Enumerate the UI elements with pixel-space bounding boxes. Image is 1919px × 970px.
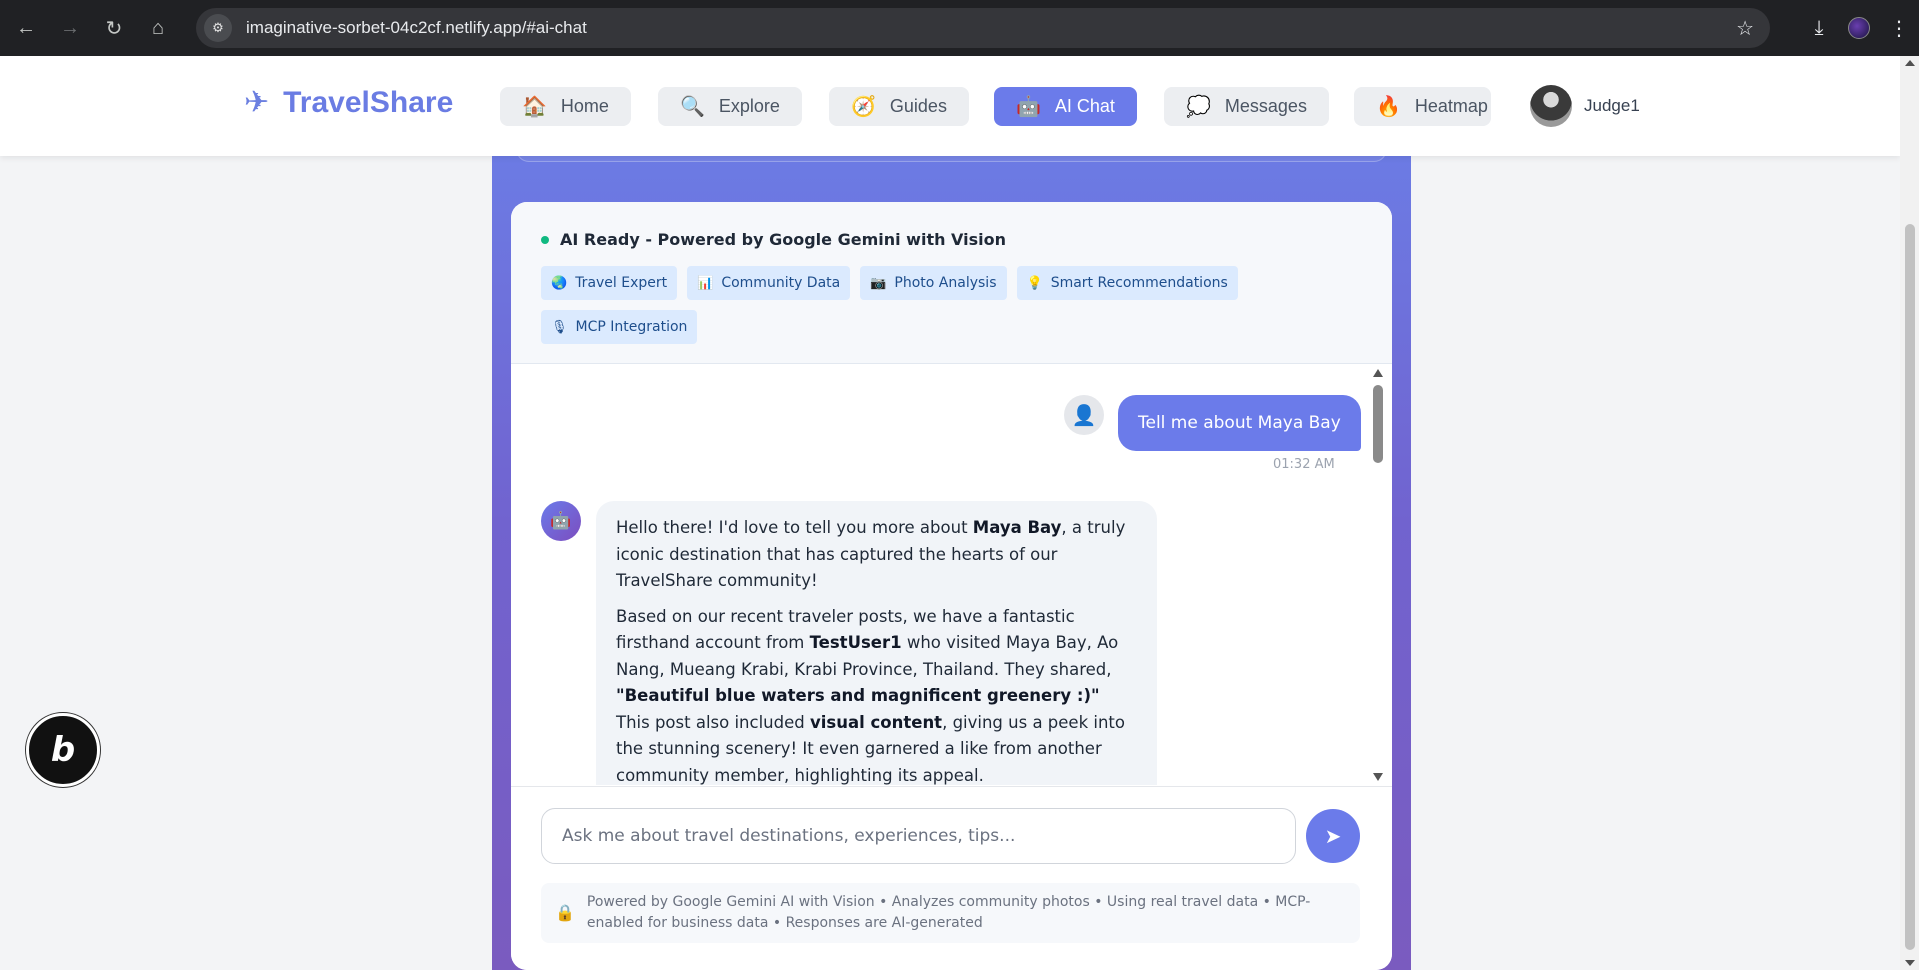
chat-input-area: ➤ 🔒 Powered by Google Gemini AI with Vis… xyxy=(511,786,1392,970)
tab-label: AI Chat xyxy=(1054,96,1115,116)
send-arrow-icon: ➤ xyxy=(1324,825,1342,848)
globe-icon: 🌏 xyxy=(551,275,568,291)
tab-home[interactable]: 🏠 Home xyxy=(500,87,631,126)
chip-label: Smart Recommendations xyxy=(1050,275,1228,291)
status-text: AI Ready - Powered by Google Gemini with… xyxy=(560,230,1007,249)
chat-input[interactable] xyxy=(541,808,1296,864)
bolt-badge-logo[interactable]: b xyxy=(26,713,100,787)
bot-avatar-icon: 🤖 xyxy=(541,501,581,541)
tab-explore[interactable]: 🔍 Explore xyxy=(658,87,802,126)
tab-label: Guides xyxy=(889,96,947,116)
profile-avatar[interactable] xyxy=(1839,8,1879,48)
user-message-bubble: Tell me about Maya Bay xyxy=(1118,395,1361,451)
download-icon[interactable]: ⤓ xyxy=(1799,8,1839,48)
airplane-icon: ✈ xyxy=(244,86,270,119)
site-header: ✈ TravelShare 🏠 Home 🔍 Explore 🧭 Guides … xyxy=(0,56,1900,156)
tab-heatmap[interactable]: 🔥 Heatmap xyxy=(1354,87,1491,126)
lock-icon: 🔒 xyxy=(555,905,575,922)
message-scrollbar[interactable] xyxy=(1372,369,1384,781)
browser-menu-icon[interactable]: ⋮ xyxy=(1879,8,1919,48)
back-arrow-icon[interactable]: ← xyxy=(8,10,44,46)
bar-chart-icon: 📊 xyxy=(697,275,714,291)
home-icon[interactable]: ⌂ xyxy=(140,10,176,46)
avatar[interactable] xyxy=(1530,85,1572,127)
message-list[interactable]: 👤 Tell me about Maya Bay 01:32 AM 🤖 Hell… xyxy=(511,365,1392,785)
speech-bubble-icon: 💭 xyxy=(1186,96,1211,118)
fire-icon: 🔥 xyxy=(1376,96,1401,118)
forward-arrow-icon[interactable]: → xyxy=(52,10,88,46)
chip-label: MCP Integration xyxy=(575,319,688,335)
chip-label: Photo Analysis xyxy=(894,275,997,291)
send-button[interactable]: ➤ xyxy=(1306,809,1360,863)
bot-message-bubble: Hello there! I'd love to tell you more a… xyxy=(596,501,1157,785)
brand-logo[interactable]: ✈ TravelShare xyxy=(244,85,453,120)
chip-smart-recommendations: 💡 Smart Recommendations xyxy=(1016,266,1238,300)
robot-icon: 🤖 xyxy=(1016,96,1041,118)
url-text[interactable]: imaginative-sorbet-04c2cf.netlify.app/#a… xyxy=(246,18,587,38)
ai-chat-panel: AI Ready - Powered by Google Gemini with… xyxy=(511,202,1392,970)
tab-ai-chat[interactable]: 🤖 AI Chat xyxy=(994,87,1137,126)
chat-header: AI Ready - Powered by Google Gemini with… xyxy=(511,202,1392,364)
compass-icon: 🧭 xyxy=(851,96,876,118)
disclaimer-text: Powered by Google Gemini AI with Vision … xyxy=(586,894,1311,931)
tab-label: Explore xyxy=(718,96,780,116)
ai-status: AI Ready - Powered by Google Gemini with… xyxy=(541,230,1006,249)
disclaimer: 🔒 Powered by Google Gemini AI with Visio… xyxy=(541,883,1360,943)
browser-toolbar: ← → ↻ ⌂ ⚙ imaginative-sorbet-04c2cf.netl… xyxy=(0,0,1919,56)
reload-icon[interactable]: ↻ xyxy=(96,10,132,46)
user-menu[interactable]: Judge1 xyxy=(1530,85,1640,127)
message-timestamp: 01:32 AM xyxy=(1273,457,1335,472)
bookmark-star-icon[interactable]: ☆ xyxy=(1736,16,1754,41)
scroll-thumb[interactable] xyxy=(1373,385,1383,463)
magnifier-icon: 🔍 xyxy=(680,96,705,118)
scroll-up-arrow-icon[interactable] xyxy=(1905,60,1915,66)
scroll-up-arrow-icon[interactable] xyxy=(1373,369,1383,377)
status-dot-icon xyxy=(541,235,549,244)
tab-label: Heatmap xyxy=(1414,96,1488,116)
scroll-down-arrow-icon[interactable] xyxy=(1373,773,1383,781)
tab-guides[interactable]: 🧭 Guides xyxy=(829,87,969,126)
scroll-down-arrow-icon[interactable] xyxy=(1905,960,1915,966)
chip-community-data: 📊 Community Data xyxy=(687,266,851,300)
user-avatar-icon: 👤 xyxy=(1064,395,1104,435)
chip-label: Community Data xyxy=(721,275,841,291)
chip-photo-analysis: 📷 Photo Analysis xyxy=(860,266,1007,300)
tab-label: Home xyxy=(560,96,609,116)
house-icon: 🏠 xyxy=(522,96,547,118)
page-scrollbar[interactable] xyxy=(1900,56,1919,970)
chip-mcp-integration: 🎙 MCP Integration xyxy=(541,310,698,344)
page: ✈ TravelShare 🏠 Home 🔍 Explore 🧭 Guides … xyxy=(0,56,1900,970)
tab-messages[interactable]: 💭 Messages xyxy=(1164,87,1329,126)
bot-paragraph: Hello there! I'd love to tell you more a… xyxy=(616,518,1126,590)
capability-chips: 🌏 Travel Expert 📊 Community Data 📷 Photo An… xyxy=(541,266,1361,344)
tab-label: Messages xyxy=(1224,96,1307,116)
chip-label: Travel Expert xyxy=(575,275,668,291)
site-info-icon[interactable]: ⚙ xyxy=(204,14,232,42)
brand-name: TravelShare xyxy=(283,85,454,119)
camera-icon: 📷 xyxy=(870,275,887,291)
bot-paragraph: Based on our recent traveler posts, we h… xyxy=(616,606,1125,785)
page-scroll-thumb[interactable] xyxy=(1905,224,1915,950)
chip-travel-expert: 🌏 Travel Expert xyxy=(541,266,678,300)
user-name: Judge1 xyxy=(1584,96,1640,115)
lightbulb-icon: 💡 xyxy=(1026,275,1043,291)
address-bar[interactable]: ⚙ imaginative-sorbet-04c2cf.netlify.app/… xyxy=(196,8,1770,48)
microphone-icon: 🎙 xyxy=(551,319,568,335)
